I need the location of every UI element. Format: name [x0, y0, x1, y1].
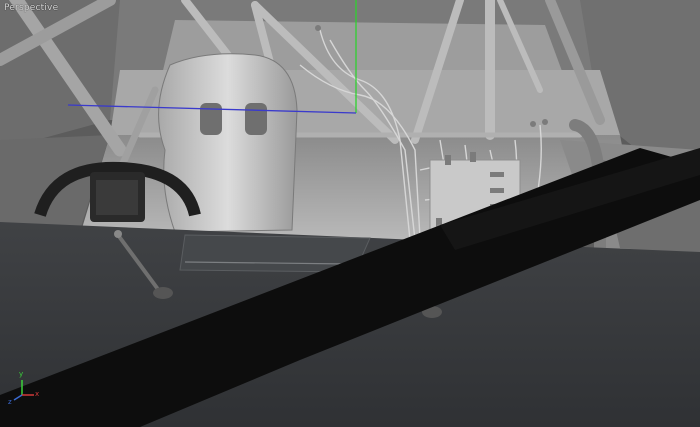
viewport-name-label[interactable]: Perspective — [4, 3, 58, 13]
racing-seat — [158, 53, 298, 233]
3d-viewport[interactable]: Perspective y x z — [0, 0, 700, 427]
harness-slot-right — [245, 103, 267, 135]
harness-slot-left — [200, 103, 222, 135]
axis-y-label: y — [19, 370, 24, 378]
axis-x-label: x — [35, 390, 40, 398]
scene-render[interactable] — [0, 0, 700, 427]
axis-z-label: z — [8, 398, 12, 406]
